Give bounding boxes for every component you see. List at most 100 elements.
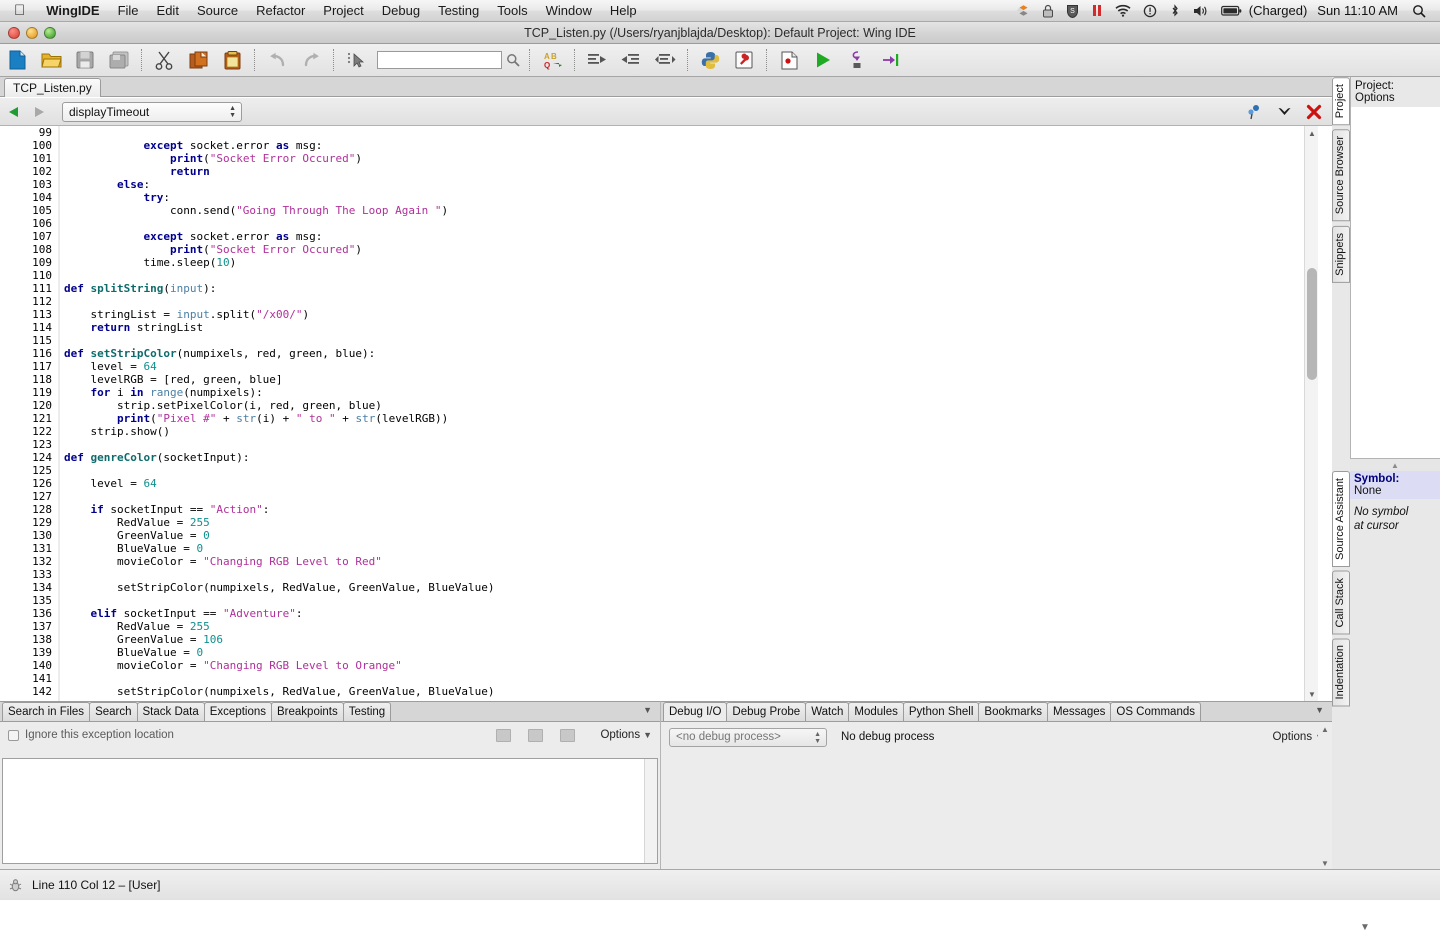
close-button[interactable]	[8, 27, 20, 39]
code-line[interactable]: for i in range(numpixels):	[60, 386, 1300, 399]
bottom-right-panel-menu-icon[interactable]: ▼	[1315, 705, 1324, 715]
code-line[interactable]: level = 64	[60, 360, 1300, 373]
code-line[interactable]: def splitString(input):	[60, 282, 1300, 295]
symbol-select[interactable]: displayTimeout ▲ ▼	[62, 101, 242, 122]
indent-left-button[interactable]	[615, 47, 647, 73]
apple-logo-icon[interactable]: 	[14, 3, 25, 18]
code-line[interactable]	[60, 438, 1300, 451]
code-line[interactable]: RedValue = 255	[60, 516, 1300, 529]
menu-item-tools[interactable]: Tools	[488, 1, 536, 21]
code-line[interactable]	[60, 594, 1300, 607]
vtab-snippets[interactable]: Snippets	[1332, 225, 1350, 283]
code-line[interactable]: GreenValue = 0	[60, 529, 1300, 542]
menu-item-testing[interactable]: Testing	[429, 1, 488, 21]
code-line[interactable]: levelRGB = [red, green, blue]	[60, 373, 1300, 386]
right-panel-divider[interactable]: ▲	[1350, 459, 1440, 471]
minimize-button[interactable]	[26, 27, 38, 39]
tab-exceptions[interactable]: Exceptions	[203, 702, 273, 721]
code-line[interactable]	[60, 295, 1300, 308]
tab-debug-i-o[interactable]: Debug I/O	[663, 702, 728, 721]
indent-right-button[interactable]	[581, 47, 613, 73]
step-into-button[interactable]	[841, 47, 873, 73]
tab-stack-data[interactable]: Stack Data	[136, 702, 205, 721]
options-label[interactable]: Options	[600, 729, 640, 741]
dropbox-icon[interactable]	[1016, 4, 1030, 17]
redo-button[interactable]	[295, 47, 327, 73]
menu-item-help[interactable]: Help	[601, 1, 646, 21]
code-line[interactable]: RedValue = 255	[60, 620, 1300, 633]
debug-process-select[interactable]: <no debug process> ▲ ▼	[669, 727, 827, 747]
scroll-up-arrow-icon[interactable]: ▲	[1305, 126, 1319, 140]
tab-search-in-files[interactable]: Search in Files	[2, 702, 91, 721]
search-icon[interactable]	[1412, 4, 1426, 18]
code-line[interactable]: elif socketInput == "Adventure":	[60, 607, 1300, 620]
collapse-all-icon[interactable]	[560, 728, 576, 742]
toggle-breakpoint-button[interactable]	[773, 47, 805, 73]
code-line[interactable]: except socket.error as msg:	[60, 139, 1300, 152]
code-line[interactable]: except socket.error as msg:	[60, 230, 1300, 243]
alert-icon[interactable]	[1143, 4, 1157, 18]
menu-item-edit[interactable]: Edit	[148, 1, 188, 21]
tab-breakpoints[interactable]: Breakpoints	[271, 702, 344, 721]
code-line[interactable]: def setStripColor(numpixels, red, green,…	[60, 347, 1300, 360]
magnifier-icon[interactable]	[502, 49, 524, 71]
clock-label[interactable]: Sun 11:10 AM	[1317, 3, 1398, 18]
right-panel-bottom-scroll-icon[interactable]: ▼	[1360, 922, 1370, 933]
new-file-button[interactable]	[1, 47, 33, 73]
python-shell-button[interactable]	[694, 47, 726, 73]
code-line[interactable]: time.sleep(10)	[60, 256, 1300, 269]
pause-icon[interactable]	[1091, 4, 1103, 18]
code-line[interactable]: return	[60, 165, 1300, 178]
step-over-button[interactable]	[875, 47, 907, 73]
tab-os-commands[interactable]: OS Commands	[1110, 702, 1201, 721]
code-line[interactable]: movieColor = "Changing RGB Level to Oran…	[60, 659, 1300, 672]
code-line[interactable]: setStripColor(numpixels, RedValue, Green…	[60, 581, 1300, 594]
code-line[interactable]: if socketInput == "Action":	[60, 503, 1300, 516]
scroll-up-arrow-icon[interactable]: ▲	[1318, 722, 1332, 736]
copy-button[interactable]	[182, 47, 214, 73]
vtab-project[interactable]: Project	[1332, 77, 1350, 126]
exceptions-scrollbar[interactable]	[644, 759, 657, 863]
debug-probe-button[interactable]	[728, 47, 760, 73]
sophos-shield-icon[interactable]: S	[1066, 4, 1079, 18]
scroll-down-arrow-icon[interactable]: ▼	[1305, 687, 1319, 701]
tab-bookmarks[interactable]: Bookmarks	[978, 702, 1048, 721]
file-tab-tcp-listen[interactable]: TCP_Listen.py	[4, 78, 101, 97]
tab-debug-probe[interactable]: Debug Probe	[726, 702, 807, 721]
volume-icon[interactable]	[1193, 4, 1209, 18]
cut-button[interactable]	[148, 47, 180, 73]
code-line[interactable]: level = 64	[60, 477, 1300, 490]
code-line[interactable]	[60, 126, 1300, 139]
save-button[interactable]	[69, 47, 101, 73]
debug-io-scrollbar[interactable]: ▲ ▼	[1318, 722, 1332, 870]
vtab-source-browser[interactable]: Source Browser	[1332, 129, 1350, 222]
code-line[interactable]: strip.setPixelColor(i, red, green, blue)	[60, 399, 1300, 412]
menu-item-refactor[interactable]: Refactor	[247, 1, 314, 21]
code-line[interactable]	[60, 568, 1300, 581]
code-line[interactable]: movieColor = "Changing RGB Level to Red"	[60, 555, 1300, 568]
vtab-call-stack[interactable]: Call Stack	[1332, 570, 1350, 635]
search-input[interactable]	[377, 51, 502, 69]
tab-python-shell[interactable]: Python Shell	[902, 702, 980, 721]
battery-icon[interactable]	[1220, 5, 1243, 17]
collapse-icon[interactable]	[528, 728, 544, 742]
code-line[interactable]	[60, 490, 1300, 503]
open-file-button[interactable]	[35, 47, 67, 73]
menu-item-project[interactable]: Project	[314, 1, 372, 21]
source-assistant-panel[interactable]: Symbol: None No symbol at cursor	[1350, 471, 1440, 869]
code-line[interactable]: conn.send("Going Through The Loop Again …	[60, 204, 1300, 217]
bottom-left-panel-menu-icon[interactable]: ▼	[643, 705, 652, 715]
code-line[interactable]: setStripColor(numpixels, RedValue, Green…	[60, 685, 1300, 698]
wifi-icon[interactable]	[1115, 4, 1131, 17]
cursor-select-button[interactable]	[340, 47, 372, 73]
zoom-button[interactable]	[44, 27, 56, 39]
triangle-down-icon[interactable]: ▼	[643, 730, 652, 740]
arrow-right-icon[interactable]	[26, 99, 52, 125]
arrow-left-icon[interactable]	[0, 99, 26, 125]
scrollbar-thumb[interactable]	[1307, 268, 1317, 380]
vtab-source-assistant[interactable]: Source Assistant	[1332, 471, 1350, 567]
code-line[interactable]: print("Socket Error Occured")	[60, 243, 1300, 256]
code-line[interactable]	[60, 464, 1300, 477]
replace-button[interactable]: ABQ	[536, 47, 568, 73]
ignore-exception-checkbox[interactable]	[8, 729, 19, 741]
